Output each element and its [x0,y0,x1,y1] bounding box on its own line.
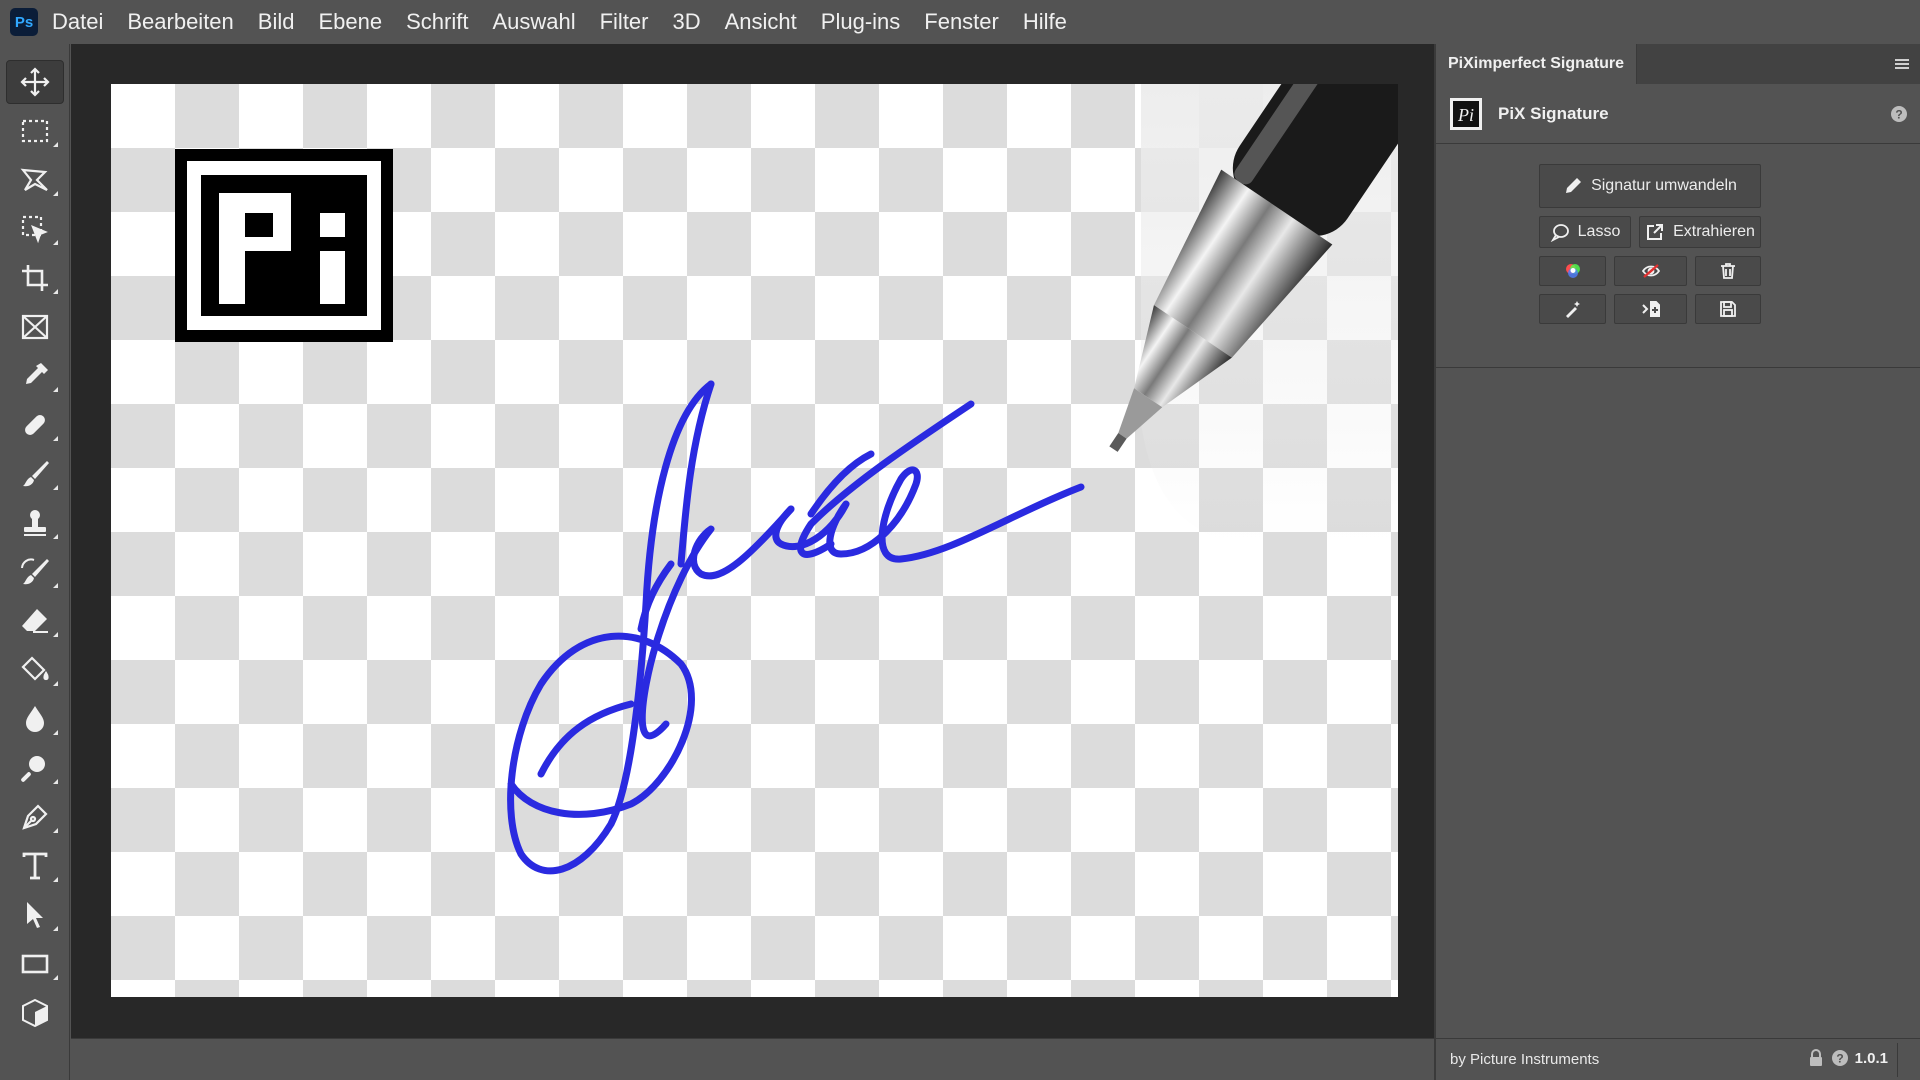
dodge-icon [21,756,45,782]
history-brush-icon [21,558,49,585]
trash-icon [1721,263,1735,279]
blur-tool[interactable] [6,697,64,741]
svg-text:Pi: Pi [1457,105,1474,125]
clone-stamp-tool[interactable] [6,501,64,545]
save-button[interactable] [1695,294,1761,324]
marquee-tool[interactable] [6,109,64,153]
version-label: 1.0.1 [1854,1049,1888,1067]
magic-wand-icon [1565,301,1580,318]
pen-icon [22,804,48,830]
credits-text: by Picture Instruments [1450,1051,1600,1068]
brush-icon [23,461,49,487]
import-icon [1641,301,1660,317]
object-selection-icon [21,215,48,244]
eyedropper-icon [26,363,48,384]
rectangle-tool[interactable] [6,942,64,986]
rectangle-shape-icon [21,954,49,974]
healing-brush-tool[interactable] [6,403,64,447]
menu-schrift[interactable]: Schrift [406,9,468,35]
convert-signature-label: Signatur umwandeln [1591,177,1737,194]
panel-footer: by Picture Instruments ? 1.0.1 [1436,1038,1920,1080]
convert-signature-button[interactable]: Signatur umwandeln [1539,164,1761,208]
3d-object-icon [22,998,48,1028]
brush-tool[interactable] [6,452,64,496]
healing-brush-icon [25,415,45,435]
help-icon[interactable]: ? [1890,105,1908,123]
object-selection-tool[interactable] [6,207,64,251]
frame-icon [21,314,49,340]
eyedropper-tool[interactable] [6,354,64,398]
path-selection-icon [27,902,43,928]
menu-ansicht[interactable]: Ansicht [725,9,797,35]
move-icon [20,67,50,97]
menu-auswahl[interactable]: Auswahl [492,9,575,35]
path-selection-tool[interactable] [6,893,64,937]
lock-icon[interactable] [1807,1049,1825,1067]
photoshop-logo[interactable]: Ps [10,8,38,36]
status-bar [71,1038,1434,1080]
menu-bild[interactable]: Bild [258,9,295,35]
lasso-label: Lasso [1577,223,1621,240]
tab-piximperfect-signature[interactable]: PiXimperfect Signature [1436,44,1638,84]
menu-bearbeiten[interactable]: Bearbeiten [127,9,233,35]
help-circle-icon[interactable]: ? [1831,1049,1849,1067]
menu-bar: Ps Datei Bearbeiten Bild Ebene Schrift A… [0,0,1920,44]
menu-datei[interactable]: Datei [52,9,103,35]
lasso-button[interactable]: Lasso [1539,216,1631,248]
plugin-panel: PiXimperfect Signature Pi PiX Signature … [1434,44,1920,1080]
menu-hilfe[interactable]: Hilfe [1023,9,1067,35]
move-tool[interactable] [6,60,64,104]
menu-plugins[interactable]: Plug-ins [821,9,900,35]
plugin-title: PiX Signature [1498,103,1609,123]
3d-object-tool[interactable] [6,991,64,1035]
lasso-icon [20,168,48,191]
footer-divider [1897,1043,1898,1077]
pen-tool[interactable] [6,795,64,839]
extract-label: Extrahieren [1673,223,1755,240]
blur-icon [26,706,44,732]
pix-signature-icon: Pi [1450,97,1482,130]
history-brush-tool[interactable] [6,550,64,594]
plugin-header: Pi PiX Signature ? [1436,84,1920,144]
external-link-icon [1647,224,1664,240]
menu-ebene[interactable]: Ebene [318,9,382,35]
paint-bucket-icon [21,656,49,681]
document-canvas[interactable] [111,84,1398,997]
crop-icon [22,265,48,291]
lasso-tool[interactable] [6,158,64,202]
type-tool[interactable] [6,844,64,888]
paint-bucket-tool[interactable] [6,648,64,692]
speech-bubble-icon [1550,224,1569,242]
tools-panel [0,44,70,1080]
svg-text:?: ? [1895,108,1902,122]
extract-button[interactable]: Extrahieren [1639,216,1761,248]
clone-stamp-icon [24,510,46,536]
save-icon [1720,301,1736,317]
color-wheel-icon [1565,264,1580,278]
plugin-controls: Signatur umwandeln Lasso Extrahieren [1436,144,1920,368]
type-icon [22,852,48,880]
panel-tab-bar: PiXimperfect Signature [1436,44,1920,84]
panel-menu-icon[interactable] [1894,57,1910,71]
footer-controls: ? 1.0.1 [1807,1049,1888,1067]
menu-filter[interactable]: Filter [600,9,649,35]
signature-artwork [507,84,1398,875]
dodge-tool[interactable] [6,746,64,790]
color-button[interactable] [1539,256,1606,286]
frame-tool[interactable] [6,305,64,349]
eraser-tool[interactable] [6,599,64,643]
menu-fenster[interactable]: Fenster [924,9,999,35]
hide-eye-icon [1641,264,1660,278]
rectangular-marquee-icon [21,119,49,143]
pencil-icon [1566,178,1582,193]
import-button[interactable] [1614,294,1687,324]
hide-button[interactable] [1614,256,1687,286]
eraser-icon [22,609,48,633]
magic-button[interactable] [1539,294,1606,324]
svg-text:?: ? [1836,1052,1843,1066]
delete-button[interactable] [1695,256,1761,286]
document-workspace [71,44,1434,1038]
menu-3d[interactable]: 3D [673,9,701,35]
crop-tool[interactable] [6,256,64,300]
